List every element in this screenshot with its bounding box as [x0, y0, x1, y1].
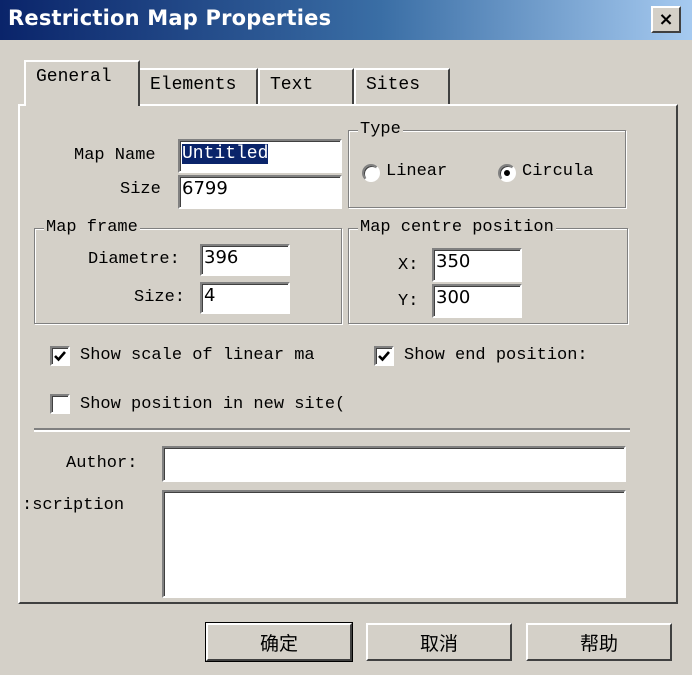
author-field[interactable]: [162, 446, 626, 482]
check-icon: [54, 351, 66, 362]
tab-text[interactable]: Text: [258, 68, 354, 104]
ok-button[interactable]: 确定: [205, 622, 353, 662]
help-button[interactable]: 帮助: [526, 623, 672, 661]
diametre-label: Diametre:: [88, 250, 180, 269]
map-name-label: Map Name: [74, 146, 156, 165]
cancel-button[interactable]: 取消: [366, 623, 512, 661]
tab-elements[interactable]: Elements: [138, 68, 258, 104]
frame-size-field[interactable]: 4: [200, 282, 290, 314]
radio-linear-label: Linear: [386, 162, 448, 181]
description-field[interactable]: [162, 490, 626, 598]
x-value: 350: [436, 251, 471, 272]
tab-sites[interactable]: Sites: [354, 68, 450, 104]
x-field[interactable]: 350: [432, 248, 522, 282]
map-frame-legend: Map frame: [44, 218, 140, 237]
radio-circular-dot: [504, 170, 510, 176]
size-label: Size: [120, 180, 161, 199]
y-value: 300: [436, 287, 471, 308]
map-name-field[interactable]: Untitled: [178, 139, 342, 173]
show-scale-label: Show scale of linear ma: [80, 346, 315, 365]
map-frame-group: [34, 228, 342, 324]
y-field[interactable]: 300: [432, 284, 522, 318]
show-position-new-site-checkbox[interactable]: [50, 394, 70, 414]
radio-circular-label: Circula: [522, 162, 594, 181]
map-name-value: Untitled: [182, 144, 269, 164]
show-scale-checkbox[interactable]: [50, 346, 70, 366]
show-position-new-site-label: Show position in new site(: [80, 395, 346, 414]
size-field[interactable]: 6799: [178, 175, 342, 209]
frame-size-value: 4: [204, 285, 216, 306]
x-label: X:: [398, 256, 419, 275]
help-button-label: 帮助: [579, 632, 618, 655]
tab-sites-label: Sites: [366, 75, 421, 95]
window-title: Restriction Map Properties: [8, 6, 332, 30]
diametre-value: 396: [204, 247, 239, 268]
show-end-position-checkbox[interactable]: [374, 346, 394, 366]
tab-general-label: General: [36, 67, 112, 87]
frame-size-label: Size:: [134, 288, 186, 307]
separator: [34, 428, 630, 432]
map-centre-legend: Map centre position: [358, 218, 556, 237]
close-icon: ×: [658, 8, 674, 30]
diametre-field[interactable]: 396: [200, 244, 290, 276]
check-icon: [378, 351, 390, 362]
ok-button-label: 确定: [259, 632, 298, 655]
cancel-button-label: 取消: [419, 632, 458, 655]
author-label: Author:: [66, 454, 138, 473]
radio-circular[interactable]: [498, 164, 516, 182]
tab-general[interactable]: General: [24, 60, 140, 106]
close-button[interactable]: ×: [651, 6, 681, 33]
show-end-position-label: Show end position:: [404, 346, 588, 365]
description-label: :scription: [22, 496, 125, 515]
tab-elements-label: Elements: [150, 75, 237, 95]
size-value: 6799: [182, 178, 228, 199]
tab-text-label: Text: [270, 75, 314, 95]
type-legend: Type: [358, 120, 403, 139]
radio-linear[interactable]: [362, 164, 380, 182]
y-label: Y:: [398, 292, 419, 311]
